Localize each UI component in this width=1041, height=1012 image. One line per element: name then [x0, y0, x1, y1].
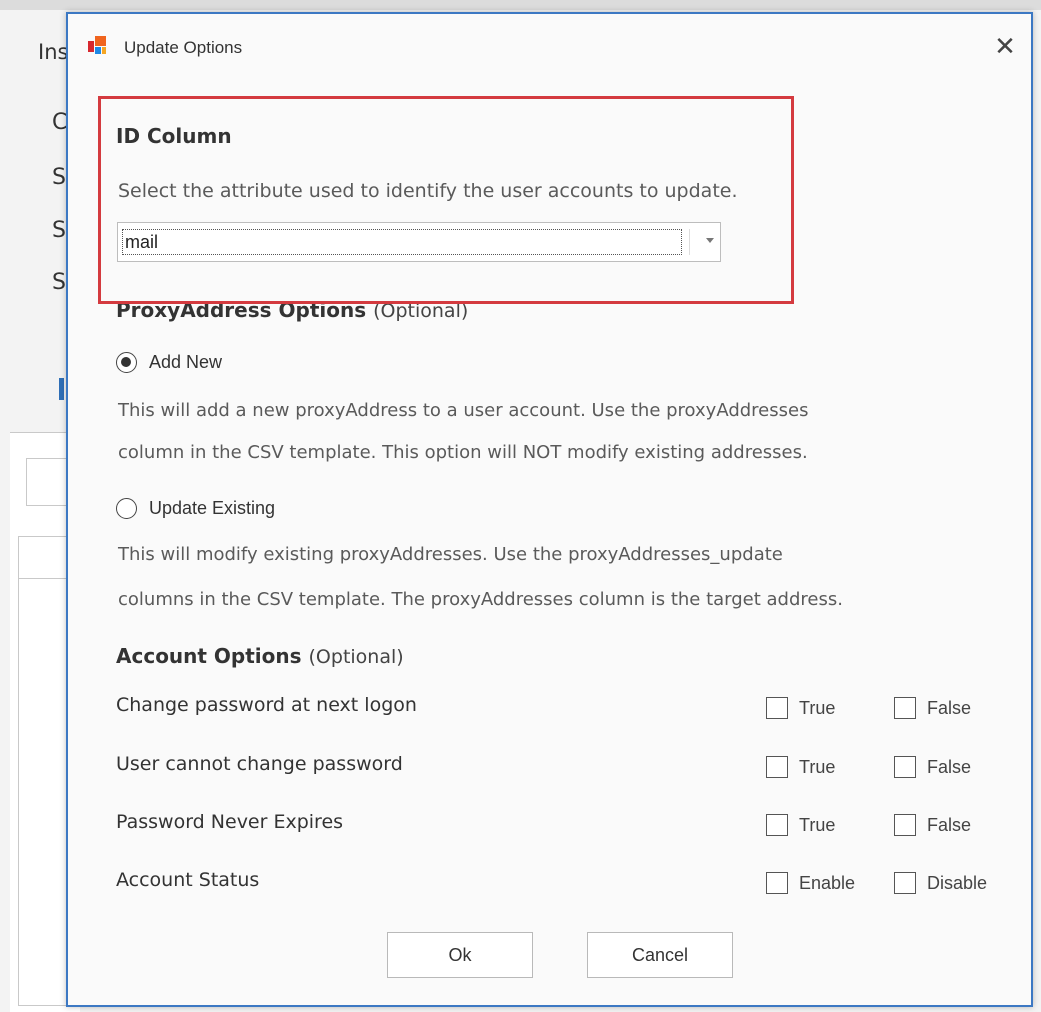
checkbox-label: True [799, 814, 836, 835]
background-titlebar [0, 0, 1041, 10]
change-password-next-logon-true[interactable]: True [766, 695, 835, 721]
user-cannot-change-password-true[interactable]: True [766, 754, 835, 780]
change-password-next-logon-false[interactable]: False [894, 695, 971, 721]
add-new-radio[interactable] [116, 351, 137, 373]
update-options-dialog: Update Options ✕ ID Column Select the at… [66, 12, 1033, 1007]
add-new-radio-option[interactable]: Add New [116, 349, 222, 375]
dropdown-separator [689, 229, 690, 255]
id-column-dropdown[interactable]: mail [117, 222, 721, 262]
add-new-description-line2: column in the CSV template. This option … [118, 442, 808, 463]
checkbox[interactable] [894, 814, 916, 836]
checkbox[interactable] [894, 756, 916, 778]
update-existing-radio[interactable] [116, 497, 137, 519]
user-cannot-change-password-label: User cannot change password [116, 753, 403, 775]
update-existing-description-line1: This will modify existing proxyAddresses… [118, 544, 783, 565]
background-item-3: S [52, 218, 66, 243]
checkbox[interactable] [766, 814, 788, 836]
account-options-optional: (Optional) [308, 646, 404, 668]
checkbox[interactable] [894, 872, 916, 894]
checkbox-label: Disable [927, 872, 988, 893]
ok-button[interactable]: Ok [387, 932, 533, 978]
account-status-enable[interactable]: Enable [766, 870, 855, 896]
checkbox[interactable] [766, 697, 788, 719]
account-options-title: Account Options [116, 644, 302, 668]
checkbox[interactable] [766, 872, 788, 894]
dialog-title: Update Options [124, 38, 243, 57]
add-new-label: Add New [149, 351, 223, 372]
add-new-description-line1: This will add a new proxyAddress to a us… [118, 400, 809, 421]
checkbox-label: True [799, 756, 836, 777]
update-existing-radio-option[interactable]: Update Existing [116, 495, 275, 521]
background-item-4: S [52, 270, 66, 295]
checkbox-label: False [927, 814, 972, 835]
id-column-heading: ID Column [116, 124, 232, 148]
background-item-2: S [52, 165, 66, 190]
app-icon [88, 36, 106, 54]
checkbox[interactable] [766, 756, 788, 778]
update-existing-label: Update Existing [149, 497, 276, 518]
id-column-description: Select the attribute used to identify th… [118, 180, 738, 202]
password-never-expires-true[interactable]: True [766, 812, 835, 838]
checkbox-label: True [799, 697, 836, 718]
background-accent [59, 378, 64, 400]
account-options-heading: Account Options (Optional) [116, 644, 404, 668]
cancel-button[interactable]: Cancel [587, 932, 733, 978]
close-icon[interactable]: ✕ [990, 32, 1020, 62]
chevron-down-icon[interactable] [706, 238, 714, 243]
change-password-next-logon-label: Change password at next logon [116, 694, 417, 716]
password-never-expires-false[interactable]: False [894, 812, 971, 838]
account-status-label: Account Status [116, 869, 260, 891]
checkbox-label: False [927, 697, 972, 718]
background-title: Ins [38, 40, 69, 64]
checkbox[interactable] [894, 697, 916, 719]
user-cannot-change-password-false[interactable]: False [894, 754, 971, 780]
update-existing-description-line2: columns in the CSV template. The proxyAd… [118, 589, 843, 610]
id-column-selected-value: mail [122, 229, 682, 255]
proxy-options-title: ProxyAddress Options [116, 298, 367, 322]
proxy-options-optional: (Optional) [373, 300, 469, 322]
account-status-disable[interactable]: Disable [894, 870, 987, 896]
proxy-options-heading: ProxyAddress Options (Optional) [116, 298, 468, 322]
checkbox-label: Enable [799, 872, 856, 893]
checkbox-label: False [927, 756, 972, 777]
password-never-expires-label: Password Never Expires [116, 811, 344, 833]
